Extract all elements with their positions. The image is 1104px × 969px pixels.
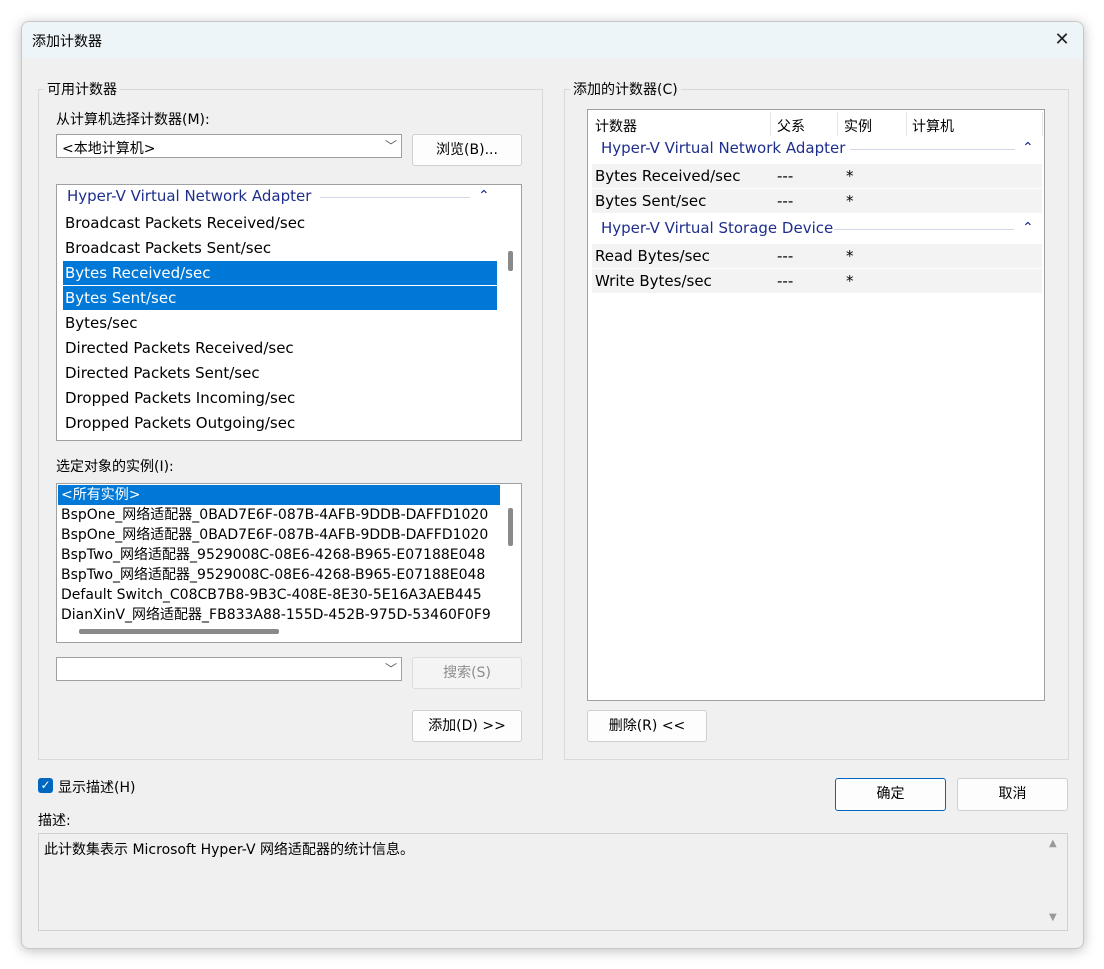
cell-counter: Write Bytes/sec [595,272,712,290]
chevron-down-icon: ﹀ [384,139,397,153]
group-separator [850,149,1015,150]
instance-list-item[interactable]: BspTwo_网络适配器_9529008C-08E6-4268-B965-E07… [58,545,500,565]
col-divider [837,112,838,136]
counter-list-item[interactable]: Dropped Packets Outgoing/sec [63,411,497,435]
cell-instance: * [846,167,854,185]
close-icon[interactable]: ✕ [1042,25,1082,55]
cancel-button[interactable]: 取消 [957,778,1068,811]
search-button[interactable]: 搜索(S) [412,657,522,689]
group-separator [834,229,1014,230]
counter-list-item[interactable]: Directed Packets Received/sec [63,336,497,360]
show-description-label[interactable]: 显示描述(H) [58,777,135,797]
added-counters-label: 添加的计数器(C) [570,79,681,99]
counter-list-item[interactable]: Broadcast Packets Sent/sec [63,236,497,260]
cell-parent: --- [777,192,794,210]
cell-parent: --- [777,272,794,290]
cell-counter: Bytes Received/sec [595,167,741,185]
counter-list-item[interactable]: Bytes Received/sec [63,261,497,285]
col-divider [906,112,907,136]
counter-list[interactable]: Hyper-V Virtual Network Adapter ⌃ Broadc… [56,184,522,441]
added-group-header[interactable]: Hyper-V Virtual Storage Device [601,219,833,237]
added-counter-row[interactable]: Bytes Sent/sec --- * [592,189,1042,213]
col-header-instance[interactable]: 实例 [844,116,872,136]
cell-counter: Bytes Sent/sec [595,192,707,210]
col-divider [1042,112,1043,136]
instance-list-item[interactable]: Default Switch_C08CB7B8-9B3C-408E-8E30-5… [58,585,500,605]
instance-list-item[interactable]: BspOne_网络适配器_0BAD7E6F-087B-4AFB-9DDB-DAF… [58,525,500,545]
counter-list-item[interactable]: Bytes/sec [63,311,497,335]
instance-list-vscrollbar[interactable] [508,508,513,546]
counter-list-item[interactable]: Dropped Packets Incoming/sec [63,386,497,410]
show-description-checkbox[interactable]: ✓ [38,778,53,793]
title-bar: 添加计数器 ✕ [22,22,1083,58]
col-header-counter[interactable]: 计数器 [595,116,637,136]
computer-combobox[interactable]: <本地计算机> ﹀ [56,134,402,158]
instance-list-item[interactable]: <所有实例> [58,485,500,505]
description-box: 此计数集表示 Microsoft Hyper-V 网络适配器的统计信息。 ▲ ▼ [38,833,1068,931]
added-counter-row[interactable]: Read Bytes/sec --- * [592,244,1042,268]
added-counter-row[interactable]: Bytes Received/sec --- * [592,164,1042,188]
cell-parent: --- [777,167,794,185]
instance-list-hscrollbar[interactable] [79,629,279,634]
col-header-computer[interactable]: 计算机 [912,116,954,136]
counter-group-header[interactable]: Hyper-V Virtual Network Adapter [67,187,311,205]
instance-list-item[interactable]: BspTwo_网络适配器_9529008C-08E6-4268-B965-E07… [58,565,500,585]
ok-button[interactable]: 确定 [835,778,946,811]
instance-list[interactable]: <所有实例> BspOne_网络适配器_0BAD7E6F-087B-4AFB-9D… [56,483,522,643]
counter-list-scrollbar[interactable] [508,251,513,271]
col-divider [770,112,771,136]
chevron-up-icon[interactable]: ⌃ [1022,140,1034,156]
instance-list-item[interactable]: DianXinV_网络适配器_FB833A88-155D-452B-975D-5… [58,605,500,625]
group-separator [320,197,470,198]
column-header-row: 计数器 父系 实例 计算机 [588,110,1044,138]
scroll-down-icon[interactable]: ▼ [1049,912,1057,923]
checkbox-checked-icon: ✓ [40,778,51,792]
browse-button[interactable]: 浏览(B)... [412,134,522,166]
window-title: 添加计数器 [32,34,102,50]
computer-select-label: 从计算机选择计数器(M): [56,112,210,128]
instance-list-item[interactable]: BspOne_网络适配器_0BAD7E6F-087B-4AFB-9DDB-DAF… [58,505,500,525]
cell-counter: Read Bytes/sec [595,247,710,265]
added-counter-row[interactable]: Write Bytes/sec --- * [592,269,1042,293]
available-counters-label: 可用计数器 [44,79,120,99]
added-group-header[interactable]: Hyper-V Virtual Network Adapter [601,139,845,157]
counter-list-item[interactable]: Broadcast Packets Received/sec [63,211,497,235]
computer-value: <本地计算机> [62,141,156,157]
description-label: 描述: [38,813,71,829]
search-combobox[interactable]: ﹀ [56,657,402,681]
counter-list-item[interactable]: Directed Packets Sent/sec [63,361,497,385]
chevron-up-icon[interactable]: ⌃ [1022,220,1034,236]
chevron-up-icon[interactable]: ⌃ [478,188,490,204]
added-counters-table[interactable]: 计数器 父系 实例 计算机 Hyper-V Virtual Network Ad… [587,109,1045,701]
description-text: 此计数集表示 Microsoft Hyper-V 网络适配器的统计信息。 [44,842,415,858]
remove-button[interactable]: 删除(R) << [587,710,707,742]
instances-label: 选定对象的实例(I): [56,459,174,475]
add-counters-dialog: 添加计数器 ✕ 可用计数器 从计算机选择计数器(M): <本地计算机> ﹀ 浏览… [21,21,1084,949]
chevron-down-icon: ﹀ [384,662,397,676]
counter-list-item[interactable]: Bytes Sent/sec [63,286,497,310]
add-button[interactable]: 添加(D) >> [412,710,522,742]
cell-instance: * [846,247,854,265]
cell-instance: * [846,192,854,210]
cell-parent: --- [777,247,794,265]
cell-instance: * [846,272,854,290]
col-header-parent[interactable]: 父系 [777,116,805,136]
scroll-up-icon[interactable]: ▲ [1049,838,1057,849]
